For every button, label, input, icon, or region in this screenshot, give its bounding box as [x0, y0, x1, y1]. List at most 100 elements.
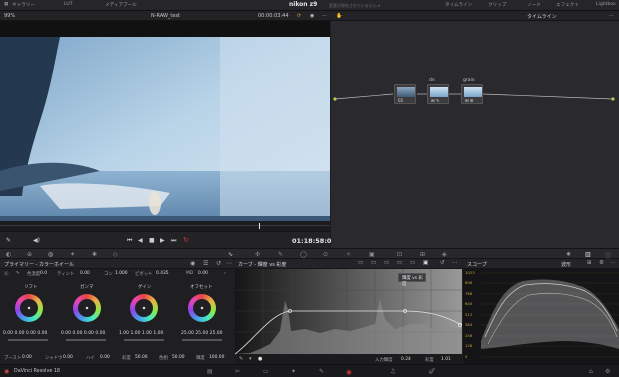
gamma-master-slider[interactable] [66, 339, 106, 341]
gallery-tab[interactable]: ギャラリー [12, 2, 35, 8]
pivot-value[interactable]: 0.435 [156, 271, 169, 276]
page-color-icon[interactable]: ◉ [346, 368, 352, 376]
curves-icon[interactable]: ∿ [228, 251, 233, 258]
offset-values[interactable]: 25.00 25.00 25.00 [181, 331, 223, 336]
scopes-icon[interactable]: ▥ [585, 251, 591, 258]
curve-hue-hue-icon[interactable]: ▭ [371, 260, 376, 266]
sat-value[interactable]: 50.00 [135, 355, 148, 360]
qualifier-icon[interactable]: ✎ [278, 251, 283, 258]
video-viewer[interactable] [0, 21, 330, 221]
node-grain[interactable]: ⊞ ⚙ [461, 84, 483, 104]
curve-reset-icon[interactable]: ↺ [440, 260, 445, 266]
lift-values[interactable]: 0.00 0.00 0.00 0.00 [3, 331, 47, 336]
stop-icon[interactable]: ■ [149, 237, 155, 244]
curve-graph[interactable] [234, 269, 463, 364]
clips-tab[interactable]: クリップ [488, 2, 506, 8]
gamma-wheel[interactable] [73, 294, 101, 322]
color-wheels-icon[interactable]: ◎ [48, 251, 53, 258]
curve-more-icon[interactable]: ▾ [249, 356, 252, 362]
wheels-mode-icon[interactable]: ◉ [190, 260, 195, 267]
curve-hue-lum-icon[interactable]: ▭ [397, 260, 402, 266]
lum-value[interactable]: 100.00 [209, 355, 224, 360]
offset-master-slider[interactable] [182, 339, 222, 341]
bars-mode-icon[interactable]: ☰ [203, 260, 208, 267]
node-editor[interactable]: 01 dn ⊞ ✎ grain ⊞ ⚙ [331, 21, 619, 248]
hdr-icon[interactable]: ◇ [113, 251, 118, 258]
curve-lum-sat-icon[interactable]: ▭ [410, 260, 415, 266]
magic-mask-icon[interactable]: ✧ [346, 251, 351, 258]
gallery-icon[interactable]: ▦ [4, 2, 8, 7]
page-fairlight-icon[interactable]: ✎ [319, 368, 324, 375]
gain-wheel[interactable] [130, 294, 158, 322]
picker-icon[interactable]: ✎ [16, 271, 20, 276]
curve-sat-sat-icon[interactable]: ▣ [423, 260, 428, 266]
color-warper-icon[interactable]: ✣ [255, 251, 260, 258]
page-edit-icon[interactable]: ▭ [263, 368, 269, 375]
zoom-level[interactable]: 99% [4, 13, 15, 19]
audio-icon[interactable]: ◀) [33, 237, 40, 244]
auto-balance-icon[interactable]: Ⓐ [4, 271, 8, 277]
scope-more-icon[interactable]: ⋯ [610, 260, 616, 266]
boost-value[interactable]: 0.00 [22, 355, 32, 360]
offset-wheel[interactable] [188, 294, 216, 322]
viewer-more-icon[interactable]: ⋯ [322, 13, 327, 19]
effects-tab[interactable]: エフェクト [556, 2, 579, 8]
play-reverse-icon[interactable]: ◀ [138, 237, 143, 244]
tracker-icon[interactable]: ⊙ [323, 251, 328, 258]
go-start-icon[interactable]: ⏮ [127, 237, 132, 245]
gain-values[interactable]: 1.00 1.00 1.00 1.00 [119, 331, 163, 336]
temp-value[interactable]: 0.0 [40, 271, 47, 276]
md-value[interactable]: 0.00 [198, 271, 208, 276]
camera-raw-icon[interactable]: ◐ [6, 251, 11, 258]
home-icon[interactable]: ⌂ [589, 368, 593, 375]
page-deliver-icon[interactable]: 🚀︎ [428, 368, 436, 375]
highlight-value[interactable]: 0.00 [100, 355, 110, 360]
node-mode-dropdown[interactable]: タイムライン [527, 13, 557, 20]
wheels-more-icon[interactable]: ⋯ [226, 260, 232, 267]
go-end-icon[interactable]: ⏭ [171, 237, 176, 245]
scope-mode-dropdown[interactable]: 波形 [561, 261, 571, 268]
scrub-bar[interactable] [0, 221, 330, 231]
play-icon[interactable]: ▶ [160, 237, 165, 244]
key-icon[interactable]: ⊡ [397, 251, 402, 258]
sizing-icon[interactable]: ⊞ [420, 251, 425, 258]
loop-icon[interactable]: ↻ [183, 236, 189, 244]
curves-more-icon[interactable]: ⋯ [452, 260, 458, 266]
node-more-icon[interactable]: ⋯ [609, 13, 614, 19]
viewer-mode-icon[interactable]: ⟳ [297, 13, 301, 19]
lift-wheel[interactable] [15, 294, 43, 322]
picker-icon[interactable]: ✎ [6, 237, 11, 244]
node-01[interactable]: 01 [394, 84, 416, 104]
scope-zoom-icon[interactable]: ⊞ [587, 260, 592, 266]
motion-effects-icon[interactable]: ✱ [92, 251, 97, 258]
curve-picker-icon[interactable]: ✎ [239, 356, 243, 362]
media-pool-tab[interactable]: メディアプール [105, 2, 137, 8]
curve-hue-sat-icon[interactable]: ▭ [384, 260, 389, 266]
playhead[interactable] [259, 223, 260, 229]
input-value[interactable]: 0.24 [401, 357, 411, 362]
con-value[interactable]: 1.000 [115, 271, 128, 276]
lift-master-slider[interactable] [8, 339, 48, 341]
lightbox-tab[interactable]: Lightbox [596, 2, 616, 7]
blur-icon[interactable]: ▣ [369, 251, 375, 258]
window-icon[interactable]: ◯ [300, 251, 307, 258]
keyframes-icon[interactable]: ✸ [566, 251, 571, 258]
curve-custom-icon[interactable]: ▭ [358, 260, 363, 266]
color-match-icon[interactable]: ⊕ [27, 251, 32, 258]
lut-tab[interactable]: LUT [64, 2, 73, 7]
rgb-mixer-icon[interactable]: ✦ [70, 251, 75, 258]
gain-master-slider[interactable] [124, 339, 164, 341]
hue-value[interactable]: 50.00 [172, 355, 185, 360]
timeline-tab[interactable]: タイムライン [445, 2, 472, 8]
curve-point-icon[interactable]: ● [258, 356, 262, 362]
nodes-tab[interactable]: ノード [527, 2, 541, 8]
curve-sat-value[interactable]: 1.01 [441, 357, 451, 362]
viewer-options-icon[interactable]: ◉ [310, 13, 314, 19]
params-more-icon[interactable]: › [224, 271, 226, 276]
clip-name[interactable]: N-RAW_test [151, 13, 180, 19]
page-fusion-icon[interactable]: ✦ [291, 368, 296, 375]
page-audio-icon[interactable]: ♫ [390, 368, 395, 375]
page-media-icon[interactable]: ▤ [207, 368, 213, 375]
shadow-value[interactable]: 0.00 [63, 355, 73, 360]
settings-icon[interactable]: ⚙ [605, 368, 610, 375]
